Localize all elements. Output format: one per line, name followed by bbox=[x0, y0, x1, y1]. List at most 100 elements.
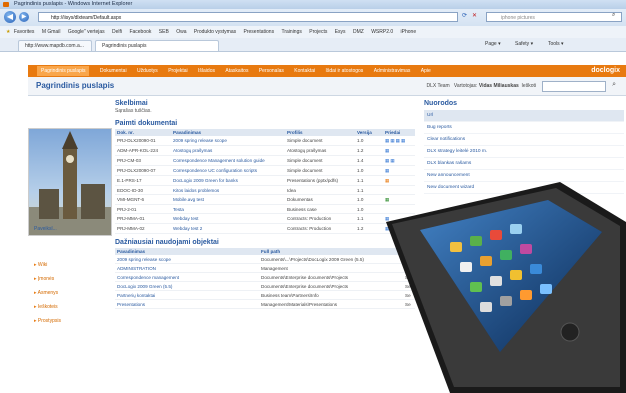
col-header[interactable]: Pavadinimas bbox=[171, 129, 285, 136]
doc-title-link[interactable]: Atostogų prašymas bbox=[171, 145, 285, 156]
forward-icon[interactable]: ▶ bbox=[19, 12, 29, 22]
fav-item-trainings[interactable]: Trainings bbox=[281, 29, 301, 35]
col-header[interactable]: Priedai bbox=[383, 129, 415, 136]
object-link[interactable]: ADMINISTRATION bbox=[115, 263, 259, 273]
table-row[interactable]: VMI-MGNT-6 Mobile.avg test Dokumentas 1.0 ▦ bbox=[115, 194, 415, 205]
stop-icon[interactable]: ✕ bbox=[472, 12, 477, 19]
table-row[interactable]: EDOC-ID-30 Kitos laidos problemos Idea 1.1 bbox=[115, 185, 415, 195]
nav-apie[interactable]: Apie bbox=[421, 68, 431, 74]
col-header[interactable]: Profilis bbox=[285, 129, 355, 136]
fav-item-delfi[interactable]: Delfi bbox=[112, 29, 122, 35]
doc-title-link[interactable]: Kitos laidos problemos bbox=[171, 185, 285, 195]
nav-islaidos[interactable]: Išlaidos bbox=[198, 68, 215, 74]
table-row[interactable]: PRJ-CM-03 Correspondence Management solut… bbox=[115, 155, 415, 166]
menu-page[interactable]: Page ▾ bbox=[485, 38, 501, 51]
table-row[interactable]: PRJ-MMA-01 Webday test Contracts: Producti… bbox=[115, 213, 415, 224]
attachment-icons[interactable]: ▦▦ bbox=[383, 155, 415, 166]
fav-item-esys[interactable]: Esys bbox=[335, 29, 346, 35]
doc-title-link[interactable]: DocLogix 2009 Green for banks bbox=[171, 175, 285, 186]
doc-version: 1.2 bbox=[355, 145, 383, 156]
left-link-asmenys[interactable]: Asmenys bbox=[34, 290, 59, 296]
doc-title-link[interactable]: 2009 spring release scope bbox=[171, 136, 285, 146]
nav-kontaktai[interactable]: Kontaktai bbox=[294, 68, 315, 74]
search-icon[interactable]: ⌕ bbox=[612, 81, 616, 89]
section-title-skelbimai: Skelbimai bbox=[115, 100, 148, 107]
quick-link[interactable]: Clear notifications bbox=[424, 134, 624, 146]
fav-item-iphone[interactable]: iPhone bbox=[401, 29, 417, 35]
table-row[interactable]: PRJ-DLX20090-01 2009 spring release scope… bbox=[115, 136, 415, 146]
site-search-input[interactable] bbox=[542, 81, 606, 92]
doc-title-link[interactable]: Mobile.avg test bbox=[171, 194, 285, 205]
fav-item-gmail[interactable]: M Gmail bbox=[42, 29, 61, 35]
doc-title-link[interactable]: Correspondence Management solution guide bbox=[171, 155, 285, 166]
col-header[interactable]: Pavadinimas bbox=[115, 248, 259, 255]
favorites-label[interactable]: Favorites bbox=[14, 29, 35, 35]
doc-title-link[interactable]: Correspondence UC configuration scripts bbox=[171, 165, 285, 176]
doc-profile: Contracts: Production bbox=[285, 213, 355, 224]
fav-item-owa[interactable]: Owa bbox=[176, 29, 186, 35]
fav-item-vertejas[interactable]: Google" vertejas bbox=[68, 29, 105, 35]
table-row[interactable]: 2009 spring release scope Documents\...\P… bbox=[115, 255, 415, 264]
object-link[interactable]: Correspondence management bbox=[115, 272, 259, 282]
attachment-icons[interactable]: ▦ bbox=[383, 165, 415, 176]
star-icon[interactable]: ★ bbox=[6, 29, 10, 35]
menu-safety[interactable]: Safety ▾ bbox=[515, 38, 533, 51]
doc-title-link[interactable]: Webday test 2 bbox=[171, 223, 285, 234]
tab-pagrindinis[interactable]: Pagrindinis puslapis bbox=[95, 40, 219, 51]
nav-isdai[interactable]: Išdai ir atostogos bbox=[326, 68, 364, 74]
attachment-icons[interactable]: ▦▦▦▦ bbox=[383, 136, 415, 146]
left-link-imones[interactable]: Įmonės bbox=[34, 276, 54, 282]
nav-ataskaitos[interactable]: Ataskaitos bbox=[225, 68, 248, 74]
quick-link[interactable]: Url bbox=[424, 110, 624, 122]
fav-item-dmz[interactable]: DMZ bbox=[353, 29, 364, 35]
object-link[interactable]: 2009 spring release scope bbox=[115, 255, 259, 264]
col-header[interactable]: Dok. nr. bbox=[115, 129, 171, 136]
quick-link[interactable]: DLX blankas rašams bbox=[424, 158, 624, 170]
left-link-wiki[interactable]: Wiki bbox=[34, 262, 47, 268]
url-input[interactable]: http://iisys/dlxteam/Default.aspx bbox=[38, 12, 458, 22]
attachment-icons[interactable]: ▦ bbox=[383, 145, 415, 156]
back-icon[interactable]: ◀ bbox=[4, 11, 16, 23]
fav-item-presentations[interactable]: Presentations bbox=[244, 29, 275, 35]
fav-item-wsrp[interactable]: WSRP2.0 bbox=[371, 29, 393, 35]
table-row[interactable]: Partnerių kontaktai Business team\Partner… bbox=[115, 290, 415, 300]
quick-link[interactable]: New announcement bbox=[424, 170, 624, 182]
nav-uzduotys[interactable]: Užduotys bbox=[137, 68, 158, 74]
quick-link[interactable]: DLX strategy leitelė 2010 m. bbox=[424, 146, 624, 158]
table-row[interactable]: Presentations Management\Materials\Presen… bbox=[115, 299, 415, 309]
search-input[interactable]: iphone pictures bbox=[486, 12, 622, 22]
table-row[interactable]: PRJ-DLX20090-07 Correspondence UC configu… bbox=[115, 165, 415, 176]
object-link[interactable]: DocLogix 2009 Green (5.5) bbox=[115, 281, 259, 291]
nav-administravimas[interactable]: Administravimas bbox=[374, 68, 411, 74]
nav-pagrindinis[interactable]: Pagrindinis puslapis bbox=[37, 66, 90, 76]
search-icon[interactable]: ⌕ bbox=[612, 12, 615, 19]
object-link[interactable]: Partnerių kontaktai bbox=[115, 290, 259, 300]
table-row[interactable]: PRJ-2-01 Testa Business case 1.0 bbox=[115, 204, 415, 214]
user-name[interactable]: Vidas Miliauskas bbox=[479, 83, 519, 89]
object-link[interactable]: Presentations bbox=[115, 299, 259, 309]
doc-title-link[interactable]: Testa bbox=[171, 204, 285, 214]
table-row[interactable]: DocLogix 2009 Green (5.5) Documents\Enter… bbox=[115, 281, 415, 291]
table-row[interactable]: ADMINISTRATIONManagementKi bbox=[115, 263, 415, 273]
table-row[interactable]: Correspondence management Documents\Enter… bbox=[115, 272, 415, 282]
nav-projektai[interactable]: Projektai bbox=[168, 68, 187, 74]
tab-mapdb[interactable]: http://www.mapdb.com.a... bbox=[18, 40, 92, 51]
refresh-icon[interactable]: ⟳ bbox=[462, 12, 467, 19]
table-row[interactable]: PRJ-MMA-02 Webday test 2 Contracts: Produc… bbox=[115, 223, 415, 234]
fav-item-produkto[interactable]: Produkto vystymas bbox=[194, 29, 236, 35]
quick-link[interactable]: Bug reports bbox=[424, 122, 624, 134]
nav-personalas[interactable]: Personalas bbox=[259, 68, 284, 74]
menu-tools[interactable]: Tools ▾ bbox=[548, 38, 564, 51]
table-row[interactable]: E.1-PRS-17 DocLogix 2009 Green for banks P… bbox=[115, 175, 415, 186]
fav-item-projects[interactable]: Projects bbox=[309, 29, 327, 35]
photo-caption[interactable]: Paveiksl... bbox=[34, 226, 57, 232]
doc-title-link[interactable]: Webday test bbox=[171, 213, 285, 224]
table-row[interactable]: ADM-APR-KOL-224 Atostogų prašymas Atostogų… bbox=[115, 145, 415, 156]
fav-item-seb[interactable]: SEB bbox=[159, 29, 169, 35]
left-link-ieskoteis[interactable]: Ieškoteis bbox=[34, 304, 58, 310]
col-header[interactable]: Versija bbox=[355, 129, 383, 136]
nav-dokumentai[interactable]: Dokumentai bbox=[100, 68, 127, 74]
fav-item-facebook[interactable]: Facebook bbox=[129, 29, 151, 35]
left-link-prostypsis[interactable]: Prostypsis bbox=[34, 318, 61, 324]
team-name[interactable]: DLX Team bbox=[426, 83, 449, 89]
